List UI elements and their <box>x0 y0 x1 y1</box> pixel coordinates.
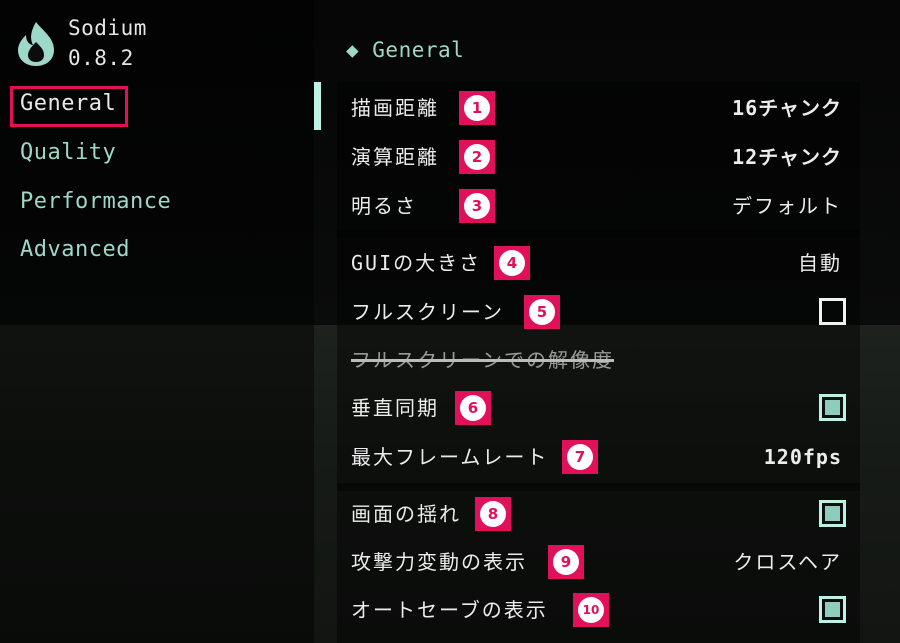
setting-label: フルスクリーン <box>351 300 504 324</box>
setting-gui-scale[interactable]: GUIの大きさ 4 自動 <box>337 241 860 285</box>
group-divider <box>337 483 860 491</box>
setting-fullscreen[interactable]: フルスクリーン 5 <box>337 290 860 334</box>
fullscreen-checkbox[interactable] <box>819 298 846 325</box>
setting-value: 12チャンク <box>732 145 842 169</box>
setting-label: オートセーブの表示 <box>351 598 548 622</box>
setting-label: GUIの大きさ <box>351 251 482 275</box>
vsync-checkbox[interactable] <box>819 394 846 421</box>
section-title: ◆ General <box>346 38 465 62</box>
setting-autosave-indicator[interactable]: オートセーブの表示 10 <box>337 588 860 632</box>
setting-label: フルスクリーンでの解像度 <box>351 348 614 372</box>
annotation-badge: 5 <box>524 295 560 329</box>
sidebar-item-advanced[interactable]: Advanced <box>20 236 130 264</box>
setting-value: 16チャンク <box>732 96 842 120</box>
autosave-indicator-checkbox[interactable] <box>819 596 846 623</box>
sidebar-item-quality[interactable]: Quality <box>20 139 116 167</box>
app-version: 0.8.2 <box>68 46 134 70</box>
annotation-badge: 2 <box>459 140 495 174</box>
annotation-badge: 1 <box>459 91 495 125</box>
app-name: Sodium <box>68 16 147 40</box>
annotation-badge: 9 <box>548 545 584 579</box>
setting-value: 120fps <box>763 445 842 469</box>
setting-label: 垂直同期 <box>351 396 439 420</box>
setting-value: クロスヘア <box>733 550 842 574</box>
setting-simulation-distance[interactable]: 演算距離 2 12チャンク <box>337 135 860 179</box>
setting-brightness[interactable]: 明るさ 3 デフォルト <box>337 184 860 228</box>
sidebar-item-general[interactable]: General <box>20 90 116 118</box>
setting-render-distance[interactable]: 描画距離 1 16チャンク <box>337 86 860 130</box>
scrollbar[interactable] <box>314 82 321 130</box>
annotation-badge: 4 <box>494 246 530 280</box>
annotation-badge: 3 <box>459 189 495 223</box>
setting-label: 描画距離 <box>351 96 439 120</box>
setting-max-framerate[interactable]: 最大フレームレート 7 120fps <box>337 435 860 479</box>
annotation-badge: 7 <box>562 440 598 474</box>
setting-vsync[interactable]: 垂直同期 6 <box>337 386 860 430</box>
annotation-badge: 8 <box>475 497 511 531</box>
setting-attack-indicator[interactable]: 攻撃力変動の表示 9 クロスヘア <box>337 540 860 584</box>
setting-fullscreen-resolution: フルスクリーンでの解像度 <box>337 338 860 382</box>
sidebar-item-performance[interactable]: Performance <box>20 188 171 216</box>
setting-label: 最大フレームレート <box>351 445 549 469</box>
annotation-badge: 6 <box>455 391 491 425</box>
setting-view-bobbing[interactable]: 画面の揺れ 8 <box>337 492 860 536</box>
setting-label: 画面の揺れ <box>351 502 461 526</box>
flame-icon <box>18 22 54 66</box>
setting-label: 攻撃力変動の表示 <box>351 550 527 574</box>
setting-value: 自動 <box>798 251 842 275</box>
setting-label: 演算距離 <box>351 145 439 169</box>
setting-label: 明るさ <box>351 194 417 218</box>
group-divider <box>337 230 860 238</box>
setting-value: デフォルト <box>732 194 842 218</box>
view-bobbing-checkbox[interactable] <box>819 500 846 527</box>
annotation-badge: 10 <box>573 593 609 627</box>
